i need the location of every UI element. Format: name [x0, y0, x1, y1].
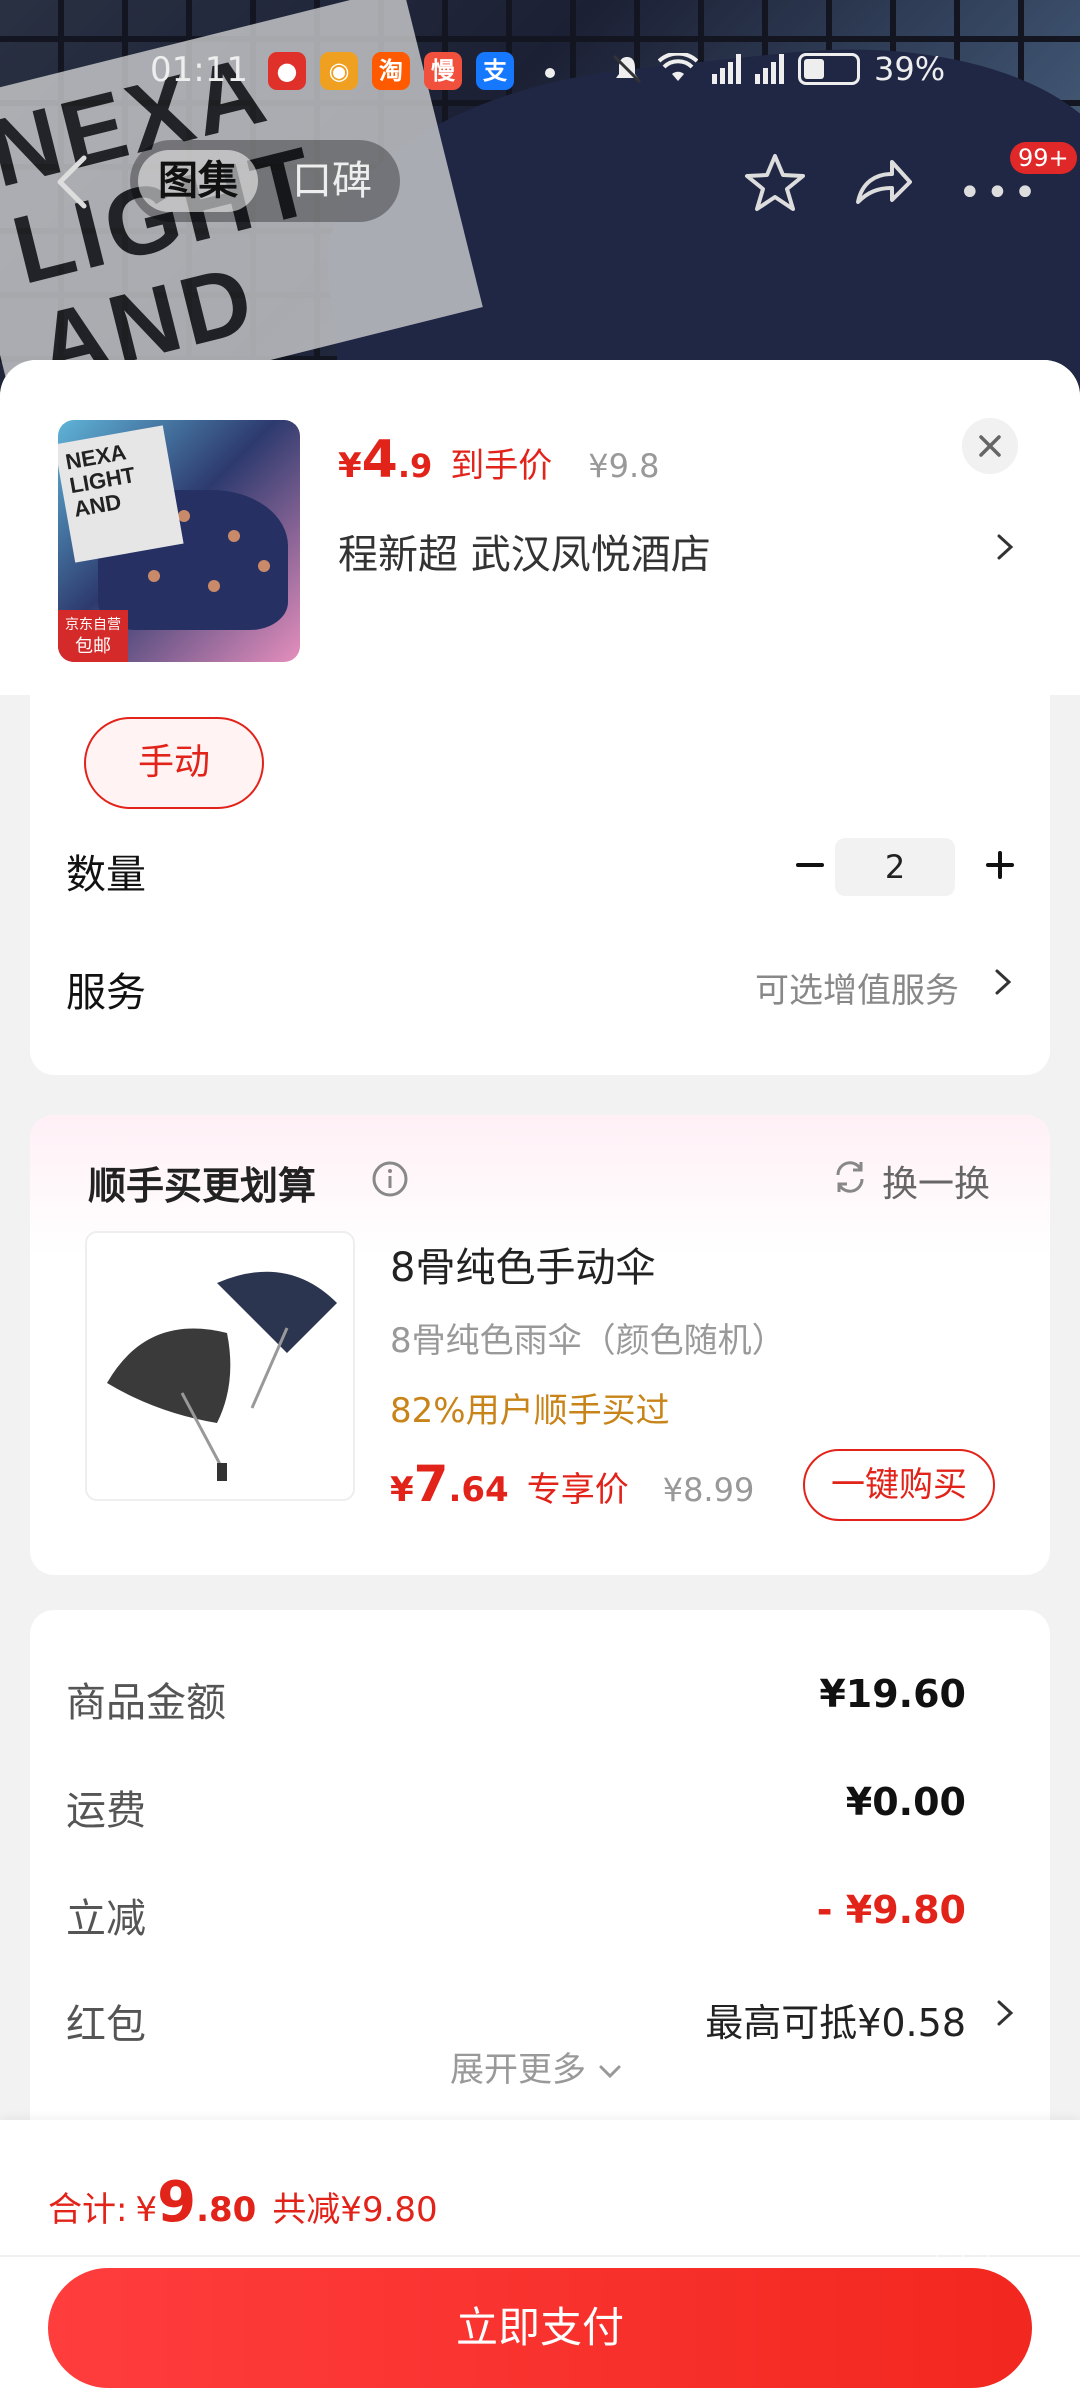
expand-label: 展开更多 — [450, 2050, 586, 2090]
summary-label: 立减 — [66, 1896, 146, 1942]
star-favorite-icon[interactable] — [742, 150, 808, 216]
info-icon[interactable] — [370, 1159, 410, 1199]
chevron-right-icon[interactable] — [992, 967, 1014, 997]
signal-5g-icon — [755, 54, 784, 84]
tab-gallery[interactable]: 图集 — [138, 150, 258, 212]
summary-value: ¥19.60 — [819, 1672, 966, 1716]
product-thumbnail[interactable]: NEXA LIGHT AND 京东自营 包邮 — [58, 420, 300, 662]
price-label: 专享价 — [526, 1470, 629, 1510]
total-label: 合计: — [48, 2190, 128, 2230]
bundle-card: 顺手买更划算 换一换 8骨纯色手动伞 8骨纯色雨伞（颜色随机） 82%用户顺手买… — [30, 1115, 1050, 1575]
quantity-input[interactable]: 2 — [835, 838, 955, 896]
thumbnail-paper: NEXA LIGHT AND — [58, 425, 184, 563]
wifi-icon — [658, 53, 698, 81]
tab-reviews[interactable]: 口碑 — [272, 150, 392, 212]
tag-line: 包邮 — [75, 636, 111, 657]
final-price: ¥ 4 .9 到手价 ¥9.8 — [338, 430, 660, 490]
summary-value: ¥0.00 — [845, 1780, 966, 1824]
bundle-item-desc: 8骨纯色雨伞（颜色随机） — [390, 1321, 786, 1361]
quantity-label: 数量 — [66, 852, 146, 898]
watermark-logo: 值值值 — [925, 2196, 1071, 2254]
notification-app-icons: ● ◉ 淘 慢 支 — [268, 52, 514, 90]
price-label: 到手价 — [450, 446, 553, 486]
bundle-item-stat: 82%用户顺手买过 — [390, 1391, 670, 1431]
bundle-title: 顺手买更划算 — [88, 1164, 317, 1208]
delivery-address[interactable]: 程新超 武汉凤悦酒店 — [338, 522, 711, 580]
close-icon[interactable] — [962, 418, 1018, 474]
bundle-item-name[interactable]: 8骨纯色手动伞 — [390, 1235, 655, 1293]
bundle-item-price: ¥ 7 .64 专享价 ¥8.99 — [390, 1455, 754, 1513]
bundle-item-image[interactable] — [85, 1231, 355, 1501]
spec-card: 手动 数量 2 服务 可选增值服务 — [30, 695, 1050, 1075]
price-currency: ¥ — [338, 446, 362, 486]
service-value[interactable]: 可选增值服务 — [755, 963, 959, 1012]
status-bar: 01:11 ● ◉ 淘 慢 支 39% — [0, 0, 1080, 140]
one-click-buy-button[interactable]: 一键购买 — [803, 1449, 995, 1521]
battery-percent: 39% — [874, 50, 946, 88]
jd-self-operated-tag: 京东自营 包邮 — [58, 610, 128, 662]
chevron-down-icon — [599, 2065, 621, 2079]
price-decimal: .64 — [448, 1470, 509, 1510]
summary-label: 商品金额 — [66, 1680, 226, 1726]
price-integer: 7 — [413, 1455, 449, 1513]
service-label: 服务 — [66, 970, 146, 1016]
alipay-icon: 支 — [476, 52, 514, 90]
product-header: NEXA LIGHT AND 京东自营 包邮 ¥ 4 .9 到手价 ¥9.8 程… — [0, 360, 1080, 695]
status-time: 01:11 — [150, 50, 248, 90]
red-packet-value[interactable]: 最高可抵¥0.58 — [705, 1992, 966, 2047]
total-integer: 9 — [157, 2170, 197, 2235]
signal-5g-icon — [712, 54, 741, 84]
purchase-sheet: NEXA LIGHT AND 京东自营 包邮 ¥ 4 .9 到手价 ¥9.8 程… — [0, 360, 1080, 2400]
refresh-icon[interactable] — [830, 1157, 870, 1197]
mute-bell-icon — [612, 54, 642, 84]
umbrella-image — [107, 1271, 337, 1481]
total-currency: ¥ — [135, 2190, 158, 2230]
original-price: ¥8.99 — [662, 1471, 755, 1509]
more-dots-icon[interactable]: ••• — [958, 170, 1041, 216]
site-watermark: 值值值 zhizhizhi.com — [925, 2185, 1071, 2272]
more-notifications-dot — [545, 68, 555, 78]
total-saved: 共减¥9.80 — [272, 2190, 438, 2230]
back-arrow-icon[interactable] — [52, 152, 92, 212]
pay-now-button[interactable]: 立即支付 — [48, 2268, 1032, 2388]
tag-line: 京东自营 — [65, 617, 121, 633]
bilibili-like-icon: ● — [268, 52, 306, 90]
summary-label: 运费 — [66, 1788, 146, 1834]
price-integer: 4 — [361, 430, 398, 490]
divider — [0, 2255, 1080, 2257]
summary-label: 红包 — [66, 2002, 146, 2048]
spec-option-manual[interactable]: 手动 — [84, 717, 264, 809]
gallery-tabs: 图集 口碑 — [130, 140, 400, 222]
share-icon[interactable] — [850, 150, 916, 216]
order-total: 合计: ¥ 9 .80 共减¥9.80 — [48, 2170, 438, 2235]
status-indicators: 39% — [610, 50, 945, 88]
expand-more-button[interactable]: 展开更多 — [450, 2042, 623, 2091]
watermark-url: zhizhizhi.com — [925, 2251, 1047, 2272]
swap-button[interactable]: 换一换 — [882, 1155, 990, 1207]
price-decimal: .9 — [397, 447, 433, 485]
chevron-right-icon[interactable] — [994, 1998, 1016, 2028]
message-count-badge: 99+ — [1010, 142, 1077, 174]
total-decimal: .80 — [196, 2190, 257, 2230]
summary-value-discount: - ¥9.80 — [816, 1888, 966, 1932]
price-currency: ¥ — [390, 1470, 414, 1510]
checkout-bar: 合计: ¥ 9 .80 共减¥9.80 立即支付 — [0, 2120, 1080, 2400]
chevron-right-icon[interactable] — [994, 532, 1016, 562]
price-summary-card: 商品金额 ¥19.60 运费 ¥0.00 立减 - ¥9.80 红包 最高可抵¥… — [30, 1610, 1050, 2170]
original-price: ¥9.8 — [588, 447, 660, 485]
taobao-icon: 淘 — [372, 52, 410, 90]
minus-icon[interactable] — [780, 835, 840, 895]
plus-icon[interactable] — [970, 835, 1030, 895]
battery-icon — [798, 53, 860, 85]
manhua-icon: 慢 — [424, 52, 462, 90]
weibo-icon: ◉ — [320, 52, 358, 90]
